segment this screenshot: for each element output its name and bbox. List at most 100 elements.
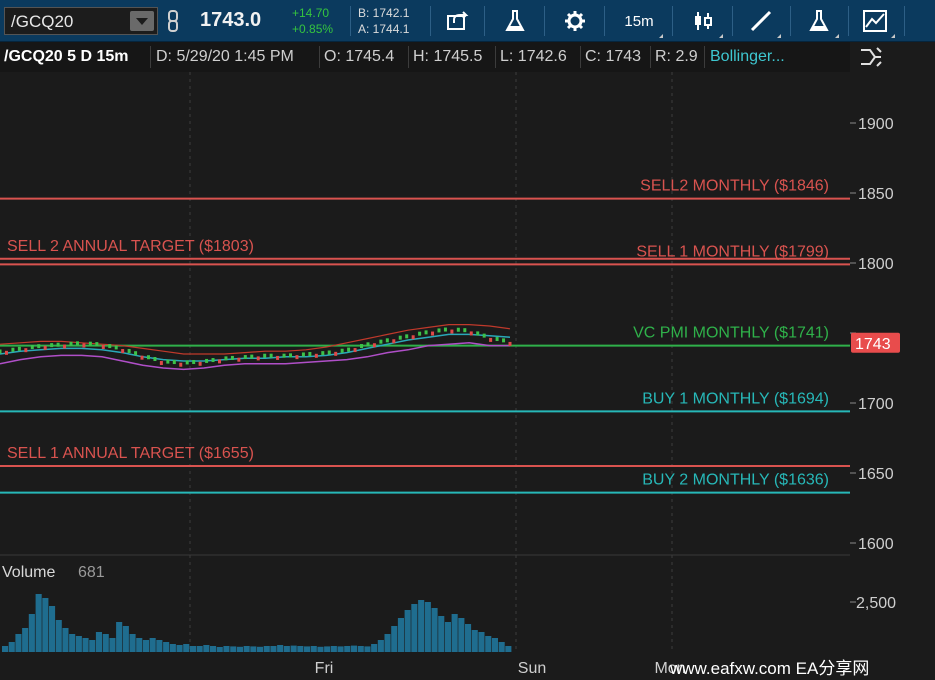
volume-bar xyxy=(243,646,250,652)
link-icon[interactable] xyxy=(166,9,180,33)
volume-bar xyxy=(42,598,49,652)
candle xyxy=(30,345,34,350)
volume-bar xyxy=(418,600,425,652)
timeframe-button[interactable]: 15m xyxy=(614,6,664,36)
volume-tick-label: 2,500 xyxy=(856,595,896,612)
candle xyxy=(185,360,189,365)
gear-icon xyxy=(565,11,585,31)
volume-bar xyxy=(444,622,451,652)
volume-bar xyxy=(35,594,42,652)
timeframe-label: 15m xyxy=(624,12,654,30)
candle xyxy=(463,328,467,333)
candle xyxy=(360,344,364,349)
candle xyxy=(121,349,125,354)
candle xyxy=(469,331,473,336)
volume-bar xyxy=(431,608,438,652)
candle xyxy=(4,350,8,355)
expand-collapse-icon[interactable] xyxy=(858,45,884,69)
drawing-button[interactable] xyxy=(742,6,780,36)
candle xyxy=(108,344,112,349)
volume-bar xyxy=(176,645,183,652)
chart-type-button[interactable] xyxy=(684,6,722,36)
volume-bar xyxy=(2,646,9,652)
chart-header: /GCQ20 5 D 15m D: 5/29/20 1:45 PM O: 174… xyxy=(0,42,850,72)
volume-bar xyxy=(28,614,35,652)
volume-bar xyxy=(109,638,116,652)
study-name[interactable]: Bollinger... xyxy=(710,48,785,66)
volume-header: Volume 681 xyxy=(0,558,850,586)
candle xyxy=(314,353,318,358)
volume-bar xyxy=(377,640,384,652)
volume-label: Volume xyxy=(2,564,56,581)
candle xyxy=(224,356,228,361)
candle xyxy=(159,361,163,366)
x-axis: Fri Sun Mon xyxy=(315,660,686,677)
dropdown-icon xyxy=(891,30,895,38)
volume-bar xyxy=(438,616,445,652)
volume-bar xyxy=(317,646,324,652)
share-button[interactable] xyxy=(440,6,478,36)
candle xyxy=(321,351,325,356)
volume-bar xyxy=(290,645,297,652)
candle xyxy=(166,359,170,364)
candle xyxy=(502,338,506,343)
volume-bar xyxy=(384,634,391,652)
candle xyxy=(82,343,86,348)
drawing-line-icon xyxy=(750,10,772,32)
candle xyxy=(153,357,157,362)
candle xyxy=(192,359,196,364)
candle xyxy=(340,348,344,353)
candle xyxy=(431,331,435,336)
candle xyxy=(50,343,54,348)
candle xyxy=(134,351,138,356)
candle xyxy=(450,329,454,334)
candle xyxy=(127,348,131,353)
dropdown-icon[interactable] xyxy=(130,11,154,31)
volume-bar xyxy=(230,646,237,652)
dropdown-icon xyxy=(719,30,723,38)
volume-bar xyxy=(102,634,109,652)
y-tick-label: 1700 xyxy=(858,396,894,413)
y-tick-label: 1900 xyxy=(858,116,894,133)
close-value: C: 1743 xyxy=(585,48,642,65)
candle xyxy=(179,362,183,367)
level-label: SELL 1 ANNUAL TARGET ($1655) xyxy=(7,445,254,462)
volume-bar xyxy=(149,638,156,652)
volume-bar xyxy=(404,610,411,652)
candle xyxy=(405,334,409,339)
candle xyxy=(63,344,67,349)
volume-bar xyxy=(263,646,270,652)
share-icon xyxy=(447,11,469,30)
candle xyxy=(424,330,428,335)
settings-button[interactable] xyxy=(556,6,594,36)
candle xyxy=(11,347,15,352)
candle xyxy=(411,335,415,340)
candle xyxy=(443,327,447,332)
candle xyxy=(243,355,247,360)
level-label: BUY 2 MONTHLY ($1636) xyxy=(642,472,829,489)
volume-bar xyxy=(371,644,378,652)
flask-button[interactable] xyxy=(496,6,534,36)
candle xyxy=(43,345,47,350)
volume-bar xyxy=(465,624,472,652)
studies-button[interactable] xyxy=(800,6,838,36)
volume-bar xyxy=(458,618,465,652)
volume-bar xyxy=(210,646,217,652)
candle xyxy=(140,355,144,360)
candle xyxy=(495,337,499,342)
chart-style-button[interactable] xyxy=(856,6,894,36)
candle xyxy=(456,327,460,332)
candlestick-icon xyxy=(695,12,712,30)
level-label: BUY 1 MONTHLY ($1694) xyxy=(642,390,829,407)
volume-bar xyxy=(183,644,190,652)
symbol-text: /GCQ20 xyxy=(11,12,74,31)
candle xyxy=(75,341,79,346)
volume-bar xyxy=(411,604,418,652)
symbol-selector[interactable]: /GCQ20 xyxy=(4,7,158,35)
volume-bar xyxy=(364,646,371,652)
volume-bar xyxy=(22,628,29,652)
candle xyxy=(334,351,338,356)
dropdown-icon xyxy=(835,30,839,38)
dropdown-icon xyxy=(777,30,781,38)
volume-bar xyxy=(357,646,364,652)
